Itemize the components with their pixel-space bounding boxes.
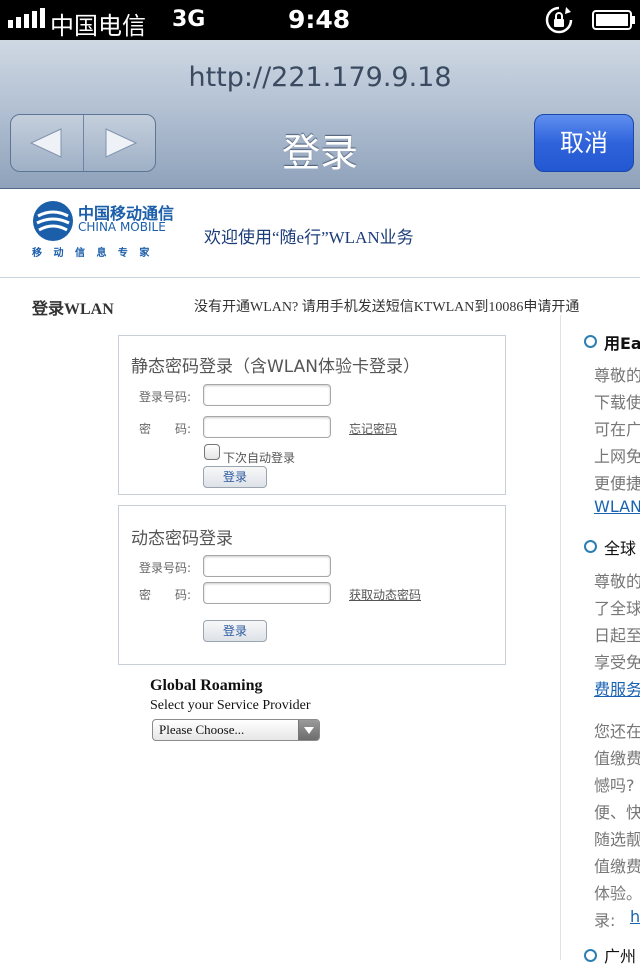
sidebar-line: 值缴费	[594, 749, 640, 768]
auto-login-checkbox[interactable]	[204, 444, 220, 460]
china-mobile-logo: 中国移动通信 CHINA MOBILE 移 动 信 息 专 家	[32, 198, 182, 260]
sidebar-link[interactable]: h	[630, 907, 640, 926]
dynamic-account-input[interactable]	[203, 555, 331, 577]
sidebar-line: 享受免	[594, 653, 640, 672]
signal-icon	[6, 0, 48, 40]
account-label: 登录号码:	[139, 390, 192, 404]
roaming-subtitle: Select your Service Provider	[150, 698, 311, 713]
password-label: 密 码:	[139, 422, 192, 436]
password-input[interactable]	[203, 416, 331, 438]
sidebar-line: 随选靓	[594, 830, 640, 849]
static-password-panel: 静态密码登录（含WLAN体验卡登录） 登录号码: 密 码: 忘记密码 下次自动登…	[118, 335, 506, 495]
login-heading: 登录WLAN	[32, 301, 114, 318]
sidebar-line: 日起至	[594, 626, 640, 645]
sidebar-line: 尊敬的	[594, 366, 640, 385]
sidebar-line: 值缴费	[594, 857, 640, 876]
static-panel-title: 静态密码登录（含WLAN体验卡登录）	[131, 357, 421, 377]
provider-select-value: Please Choose...	[159, 722, 245, 737]
sidebar-line: 下载使	[594, 393, 640, 412]
sidebar-line: 了全球	[594, 599, 640, 618]
sidebar-heading: 广州	[604, 947, 637, 966]
sidebar-line: 便、快	[594, 803, 640, 822]
sidebar-line: 体验。	[594, 884, 640, 903]
forgot-password-link[interactable]: 忘记密码	[349, 420, 397, 437]
bullet-icon	[584, 949, 597, 962]
sidebar-line: 更便捷	[594, 474, 640, 493]
password-label: 密 码:	[139, 588, 192, 602]
sidebar-heading: 用Ea	[604, 334, 640, 353]
browser-nav-bar: http://221.179.9.18 登录 取消	[0, 40, 640, 189]
auto-login-label: 下次自动登录	[223, 451, 296, 465]
logo-tagline: 移 动 信 息 专 家	[32, 248, 154, 259]
dynamic-panel-title: 动态密码登录	[131, 529, 233, 549]
sidebar-line: 尊敬的	[594, 572, 640, 591]
bullet-icon	[584, 335, 597, 348]
china-mobile-logo-icon	[33, 201, 73, 241]
roaming-title: Global Roaming	[150, 677, 263, 694]
battery-icon	[592, 10, 636, 34]
carrier-name: 中国电信	[50, 12, 146, 40]
signup-hint: 没有开通WLAN? 请用手机发送短信KTWLAN到10086申请开通	[194, 300, 580, 315]
network-type: 3G	[172, 7, 206, 32]
dynamic-password-input[interactable]	[203, 582, 331, 604]
provider-select[interactable]: Please Choose...	[152, 719, 320, 741]
account-label: 登录号码:	[139, 561, 192, 575]
dynamic-password-panel: 动态密码登录 登录号码: 密 码: 获取动态密码 登录	[118, 505, 506, 665]
static-login-button[interactable]: 登录	[203, 466, 267, 488]
clock: 9:48	[288, 5, 351, 34]
welcome-banner: 欢迎使用“随e行”WLAN业务	[204, 228, 414, 247]
dynamic-login-button[interactable]: 登录	[203, 620, 267, 642]
status-bar: 中国电信 3G 9:48	[0, 0, 640, 40]
sidebar-line: 上网免	[594, 447, 640, 466]
chevron-down-icon	[298, 720, 319, 740]
bullet-icon	[584, 540, 597, 553]
sidebar-line: 录:	[594, 911, 616, 930]
page-url[interactable]: http://221.179.9.18	[0, 62, 640, 93]
sidebar-heading: 全球	[604, 539, 637, 558]
sidebar-line: 您还在	[594, 722, 640, 741]
rotation-lock-icon	[544, 5, 574, 39]
cancel-button[interactable]: 取消	[534, 114, 634, 172]
sidebar-line: 憾吗?	[594, 776, 635, 795]
logo-english-name: CHINA MOBILE	[78, 220, 166, 234]
header-divider	[0, 277, 640, 278]
get-dynamic-password-link[interactable]: 获取动态密码	[349, 586, 421, 603]
account-input[interactable]	[203, 384, 331, 406]
sidebar-link[interactable]: 费服务	[594, 676, 640, 700]
sidebar-link[interactable]: WLAN	[594, 497, 640, 516]
sidebar-line: 可在广	[594, 420, 640, 439]
sidebar-divider	[560, 315, 561, 960]
